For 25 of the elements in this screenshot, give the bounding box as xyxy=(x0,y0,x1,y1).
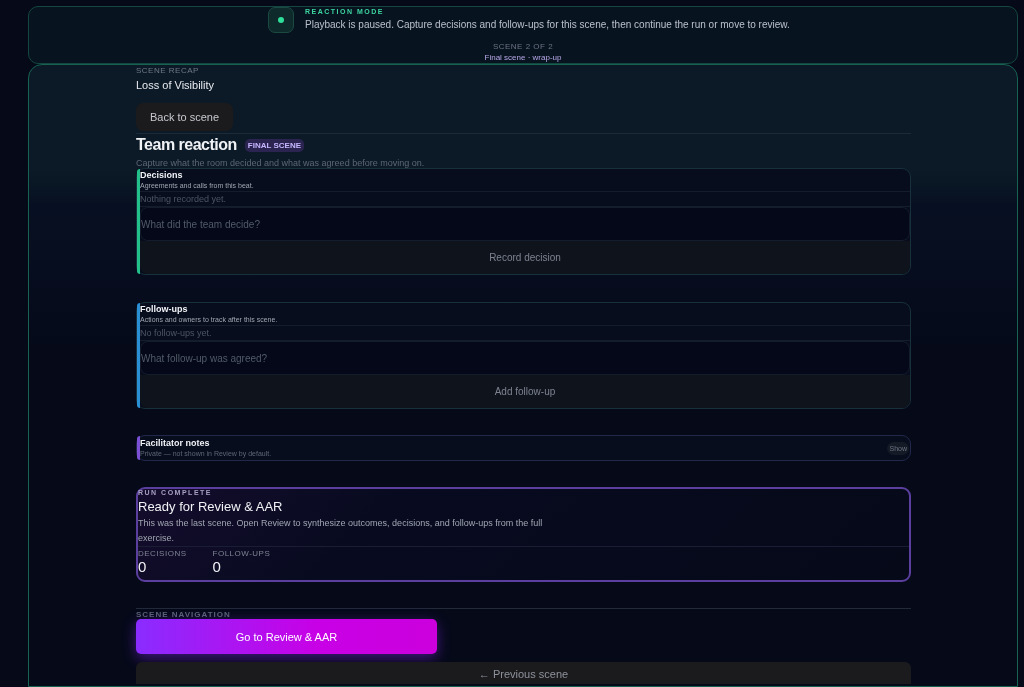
card-title: Decisions xyxy=(140,170,184,180)
card-title: Follow-ups xyxy=(140,304,189,314)
submit-button[interactable]: Add follow-up xyxy=(140,375,910,408)
previous-scene-button[interactable]: ← Previous scene xyxy=(136,662,911,684)
card-title: Facilitator notes xyxy=(140,438,211,448)
summary-text: This was the last scene. Open Review to synthesize outcomes, decisions, and follow-ups from the full exercise. xyxy=(138,517,544,545)
text-field[interactable]: What did the team decide? xyxy=(140,207,910,241)
stat-value: 0 xyxy=(138,558,148,575)
scene-name: Final scene · wrap-up xyxy=(483,53,563,62)
stat-label: FOLLOW-UPS xyxy=(212,549,271,558)
section-label: SCENE RECAP xyxy=(136,66,200,75)
submit-button[interactable]: Record decision xyxy=(140,241,910,274)
scene-badge: FINAL SCENE xyxy=(244,138,304,152)
scene-title: Loss of Visibility xyxy=(136,79,216,91)
back-button[interactable]: Back to scene xyxy=(136,103,233,131)
banner-message: Playback is paused. Capture decisions and follow-ups for this scene, then continue the run or move to review. xyxy=(305,19,790,30)
section-label: SCENE NAVIGATION xyxy=(136,610,232,619)
page-heading: Team reaction xyxy=(136,136,237,154)
text-field[interactable]: What follow-up was agreed? xyxy=(140,341,910,375)
scene-counter: SCENE 2 OF 2 xyxy=(491,42,555,51)
stat-value: 0 xyxy=(212,558,222,575)
page-caption: Capture what the room decided and what was agreed before moving on. xyxy=(136,158,426,168)
review-button[interactable]: Go to Review & AAR xyxy=(136,619,437,654)
summary-title: Ready for Review & AAR xyxy=(138,499,284,514)
stat-label: DECISIONS xyxy=(138,549,187,558)
